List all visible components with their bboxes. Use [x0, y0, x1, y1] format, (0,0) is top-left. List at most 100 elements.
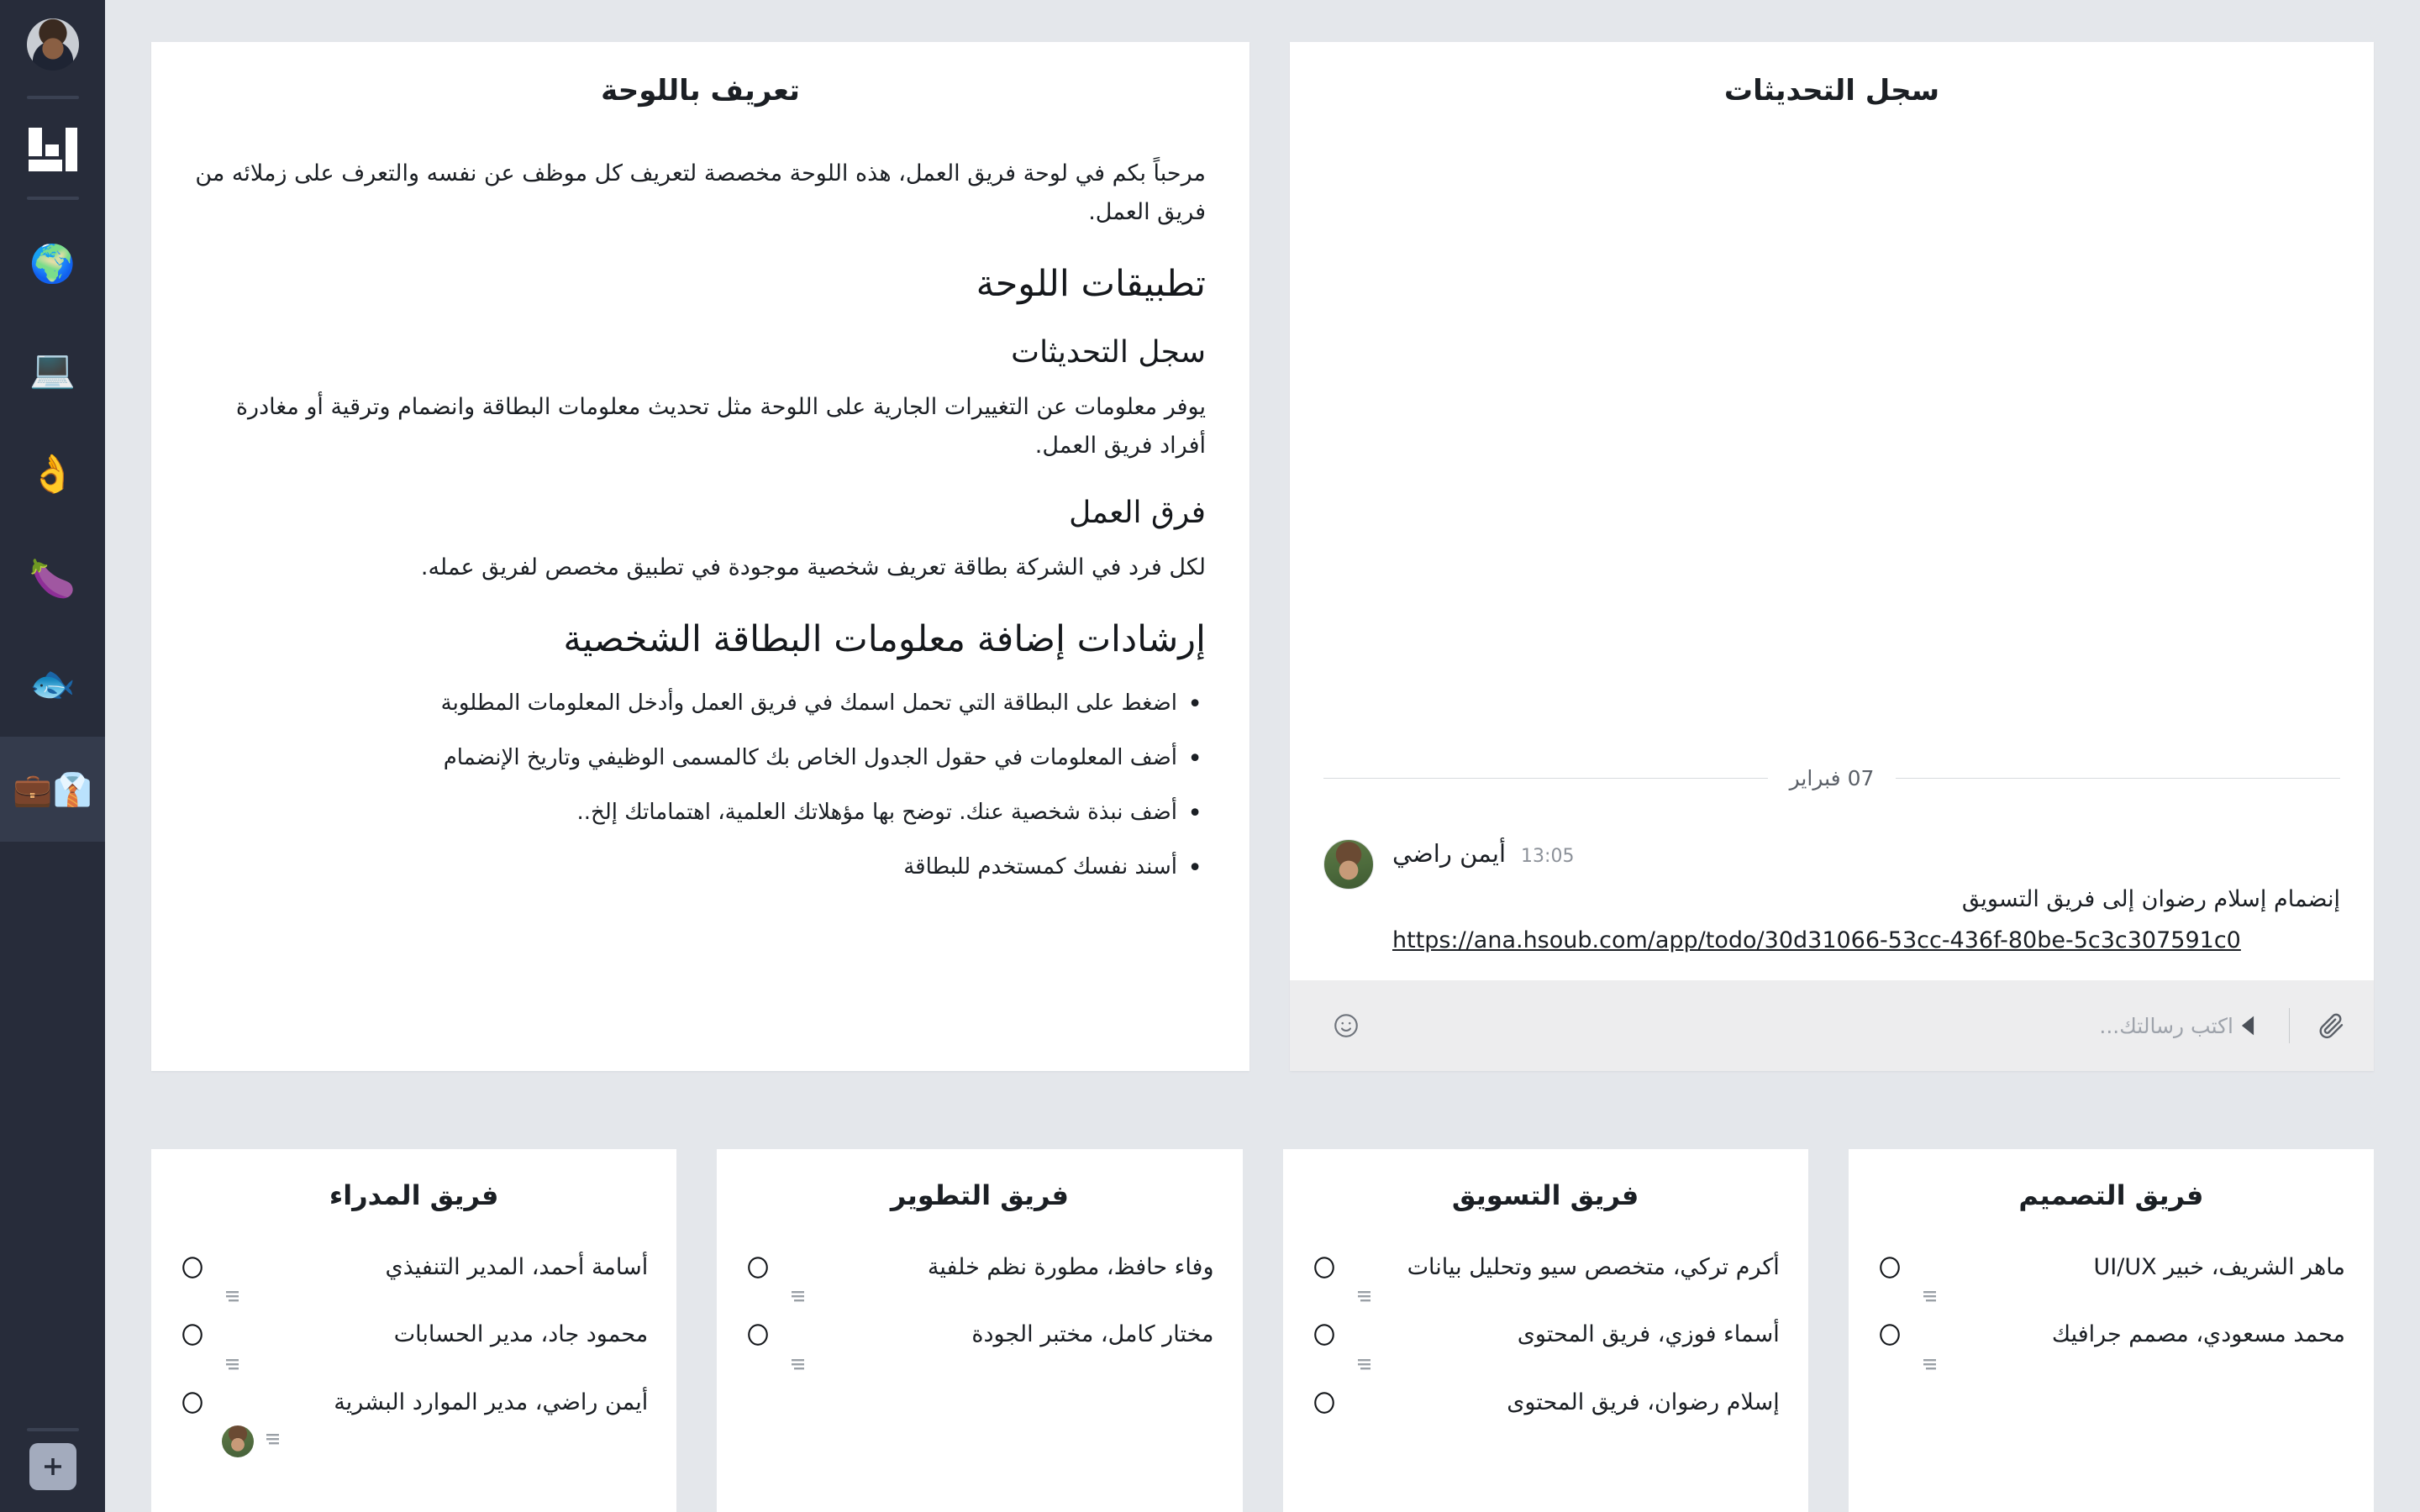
app-logo-icon[interactable] [27, 126, 79, 176]
message-content: أيمن راضي 13:05 إنضمام إسلام رضوان إلى ف… [1392, 839, 2340, 958]
circle-checkbox-icon[interactable] [745, 1255, 771, 1284]
user-avatar[interactable] [26, 18, 79, 71]
message-timestamp: 13:05 [1521, 846, 1575, 868]
smiley-icon[interactable] [1332, 1011, 1360, 1040]
team-member-row[interactable]: محمود جاد، مدير الحسابات [180, 1319, 648, 1374]
date-separator: 07 فبراير [1323, 766, 2340, 790]
team-member-body: أسامة أحمد، المدير التنفيذي [222, 1252, 648, 1307]
send-arrow-icon[interactable] [2233, 1011, 2262, 1040]
sidebar-bottom [0, 1416, 105, 1512]
sidebar-divider [26, 1428, 79, 1431]
message-composer [1290, 980, 2374, 1071]
description-lines-icon [1354, 1290, 1374, 1307]
circle-checkbox-icon[interactable] [745, 1322, 771, 1351]
team-member-meta [222, 1290, 648, 1307]
team-member-name: أكرم تركي، متخصص سيو وتحليل بيانات [1407, 1254, 1780, 1280]
updates-log-title: سجل التحديثات [1723, 74, 1940, 108]
description-lines-icon [222, 1290, 242, 1307]
sidebar-board-eggplant[interactable]: 🍆 [0, 527, 105, 632]
ok-hand-icon: 👌 [29, 452, 76, 496]
team-member-body: ماهر الشريف، خبير UI/UX [1919, 1252, 2345, 1307]
board-intro-title: تعريف باللوحة [601, 74, 800, 108]
team-member-meta [787, 1358, 1213, 1375]
intro-updates-subheading: سجل التحديثات [1011, 334, 1206, 370]
guideline-item: أضف المعلومات في حقول الجدول الخاص بك كا… [195, 740, 1206, 778]
app-root: سجل التحديثات 07 فبراير أيمن راضي 13:05 [0, 0, 2420, 1512]
team-title: فريق المدراء [329, 1179, 499, 1211]
circle-checkbox-icon[interactable] [1312, 1390, 1337, 1419]
team-member-body: أكرم تركي، متخصص سيو وتحليل بيانات [1354, 1252, 1780, 1307]
guideline-item: أسند نفسك كمستخدم للبطاقة [195, 849, 1206, 887]
date-separator-rule-left [1323, 778, 1768, 780]
team-card-design: فريق التصميم ماهر الشريف، خبير UI/UX محم… [1848, 1149, 2374, 1512]
guideline-item: أضف نبذة شخصية عنك. توضح بها مؤهلاتك الع… [195, 795, 1206, 832]
laptop-icon: 💻 [29, 347, 76, 391]
team-member-meta [787, 1290, 1213, 1307]
team-member-row[interactable]: أسامة أحمد، المدير التنفيذي [180, 1252, 648, 1307]
top-row: سجل التحديثات 07 فبراير أيمن راضي 13:05 [151, 42, 2374, 1109]
team-member-body: محمد مسعودي، مصمم جرافيك [1919, 1319, 2345, 1374]
board-area: سجل التحديثات 07 فبراير أيمن راضي 13:05 [105, 0, 2420, 1512]
team-member-meta [222, 1358, 648, 1375]
message-link[interactable]: https://ana.hsoub.com/app/todo/30d31066-… [1392, 922, 2340, 958]
date-separator-rule-right [1896, 778, 2340, 780]
sidebar-divider [26, 96, 79, 99]
team-member-row[interactable]: محمد مسعودي، مصمم جرافيك [1877, 1319, 2345, 1374]
team-member-body: محمود جاد، مدير الحسابات [222, 1319, 648, 1374]
team-member-row[interactable]: ماهر الشريف، خبير UI/UX [1877, 1252, 2345, 1307]
circle-checkbox-icon[interactable] [180, 1390, 205, 1419]
circle-checkbox-icon[interactable] [1312, 1322, 1337, 1351]
sidebar-board-work-team[interactable]: 👔💼 [0, 737, 105, 842]
intro-apps-heading: تطبيقات اللوحة [976, 262, 1206, 305]
intro-welcome-paragraph: مرحباً بكم في لوحة فريق العمل، هذه اللوح… [195, 160, 1206, 226]
right-sidebar: 🌍 💻 👌 🍆 🐟 👔💼 [0, 0, 105, 1512]
message-text: إنضمام إسلام رضوان إلى فريق التسويق [1961, 886, 2340, 913]
guideline-item: اضغط على البطاقة التي تحمل اسمك في فريق … [195, 685, 1206, 723]
intro-guidelines-heading: إرشادات إضافة معلومات البطاقة الشخصية [563, 617, 1206, 660]
team-member-row[interactable]: أسماء فوزي، فريق المحتوى [1312, 1319, 1780, 1374]
circle-checkbox-icon[interactable] [180, 1322, 205, 1351]
globe-icon: 🌍 [29, 242, 76, 286]
team-card-marketing: فريق التسويق أكرم تركي، متخصص سيو وتحليل… [1282, 1149, 1808, 1512]
team-member-row[interactable]: إسلام رضوان، فريق المحتوى [1312, 1387, 1780, 1419]
circle-checkbox-icon[interactable] [180, 1255, 205, 1284]
team-member-meta [222, 1425, 648, 1457]
intro-teams-text: لكل فرد في الشركة بطاقة تعريف شخصية موجو… [420, 554, 1206, 581]
team-card-development: فريق التطوير وفاء حافظ، مطورة نظم خلفية [717, 1149, 1243, 1512]
paperclip-icon[interactable] [2317, 1011, 2347, 1041]
fish-icon: 🐟 [29, 662, 76, 706]
message-author-avatar[interactable] [1323, 839, 1374, 890]
sidebar-board-fish[interactable]: 🐟 [0, 632, 105, 737]
team-title: فريق التصميم [2018, 1179, 2204, 1211]
team-member-body: أيمن راضي، مدير الموارد البشرية [222, 1387, 648, 1457]
circle-checkbox-icon[interactable] [1877, 1255, 1902, 1284]
add-board-button[interactable] [29, 1443, 76, 1490]
team-member-row[interactable]: وفاء حافظ، مطورة نظم خلفية [745, 1252, 1214, 1307]
message-input[interactable] [1360, 1013, 2233, 1038]
sidebar-board-globe[interactable]: 🌍 [0, 212, 105, 317]
sidebar-divider [26, 197, 79, 200]
description-lines-icon [1919, 1290, 1939, 1307]
team-member-name: أيمن راضي، مدير الموارد البشرية [334, 1389, 649, 1415]
team-member-row[interactable]: أيمن راضي، مدير الموارد البشرية [180, 1387, 648, 1457]
sidebar-board-laptop[interactable]: 💻 [0, 317, 105, 422]
team-member-name: وفاء حافظ، مطورة نظم خلفية [927, 1254, 1214, 1280]
teams-row: فريق التصميم ماهر الشريف، خبير UI/UX محم… [151, 1149, 2374, 1512]
team-member-body: إسلام رضوان، فريق المحتوى [1354, 1387, 1780, 1419]
intro-teams-subheading: فرق العمل [1069, 496, 1206, 531]
member-assignee-avatar[interactable] [222, 1425, 254, 1457]
composer-actions [2233, 1008, 2347, 1043]
date-separator-label: 07 فبراير [1789, 766, 1875, 791]
team-member-name: مختار كامل، مختبر الجودة [971, 1321, 1214, 1348]
circle-checkbox-icon[interactable] [1877, 1322, 1902, 1351]
sidebar-board-ok-hand[interactable]: 👌 [0, 422, 105, 527]
circle-checkbox-icon[interactable] [1312, 1255, 1337, 1284]
team-member-meta [1919, 1290, 2345, 1307]
team-member-name: محمود جاد، مدير الحسابات [393, 1321, 649, 1348]
team-member-meta [1919, 1358, 2345, 1375]
team-member-row[interactable]: أكرم تركي، متخصص سيو وتحليل بيانات [1312, 1252, 1780, 1307]
team-member-row[interactable]: مختار كامل، مختبر الجودة [745, 1319, 1214, 1375]
team-member-body: مختار كامل، مختبر الجودة [787, 1319, 1214, 1375]
description-lines-icon [222, 1358, 242, 1375]
message-item: أيمن راضي 13:05 إنضمام إسلام رضوان إلى ف… [1323, 839, 2340, 958]
